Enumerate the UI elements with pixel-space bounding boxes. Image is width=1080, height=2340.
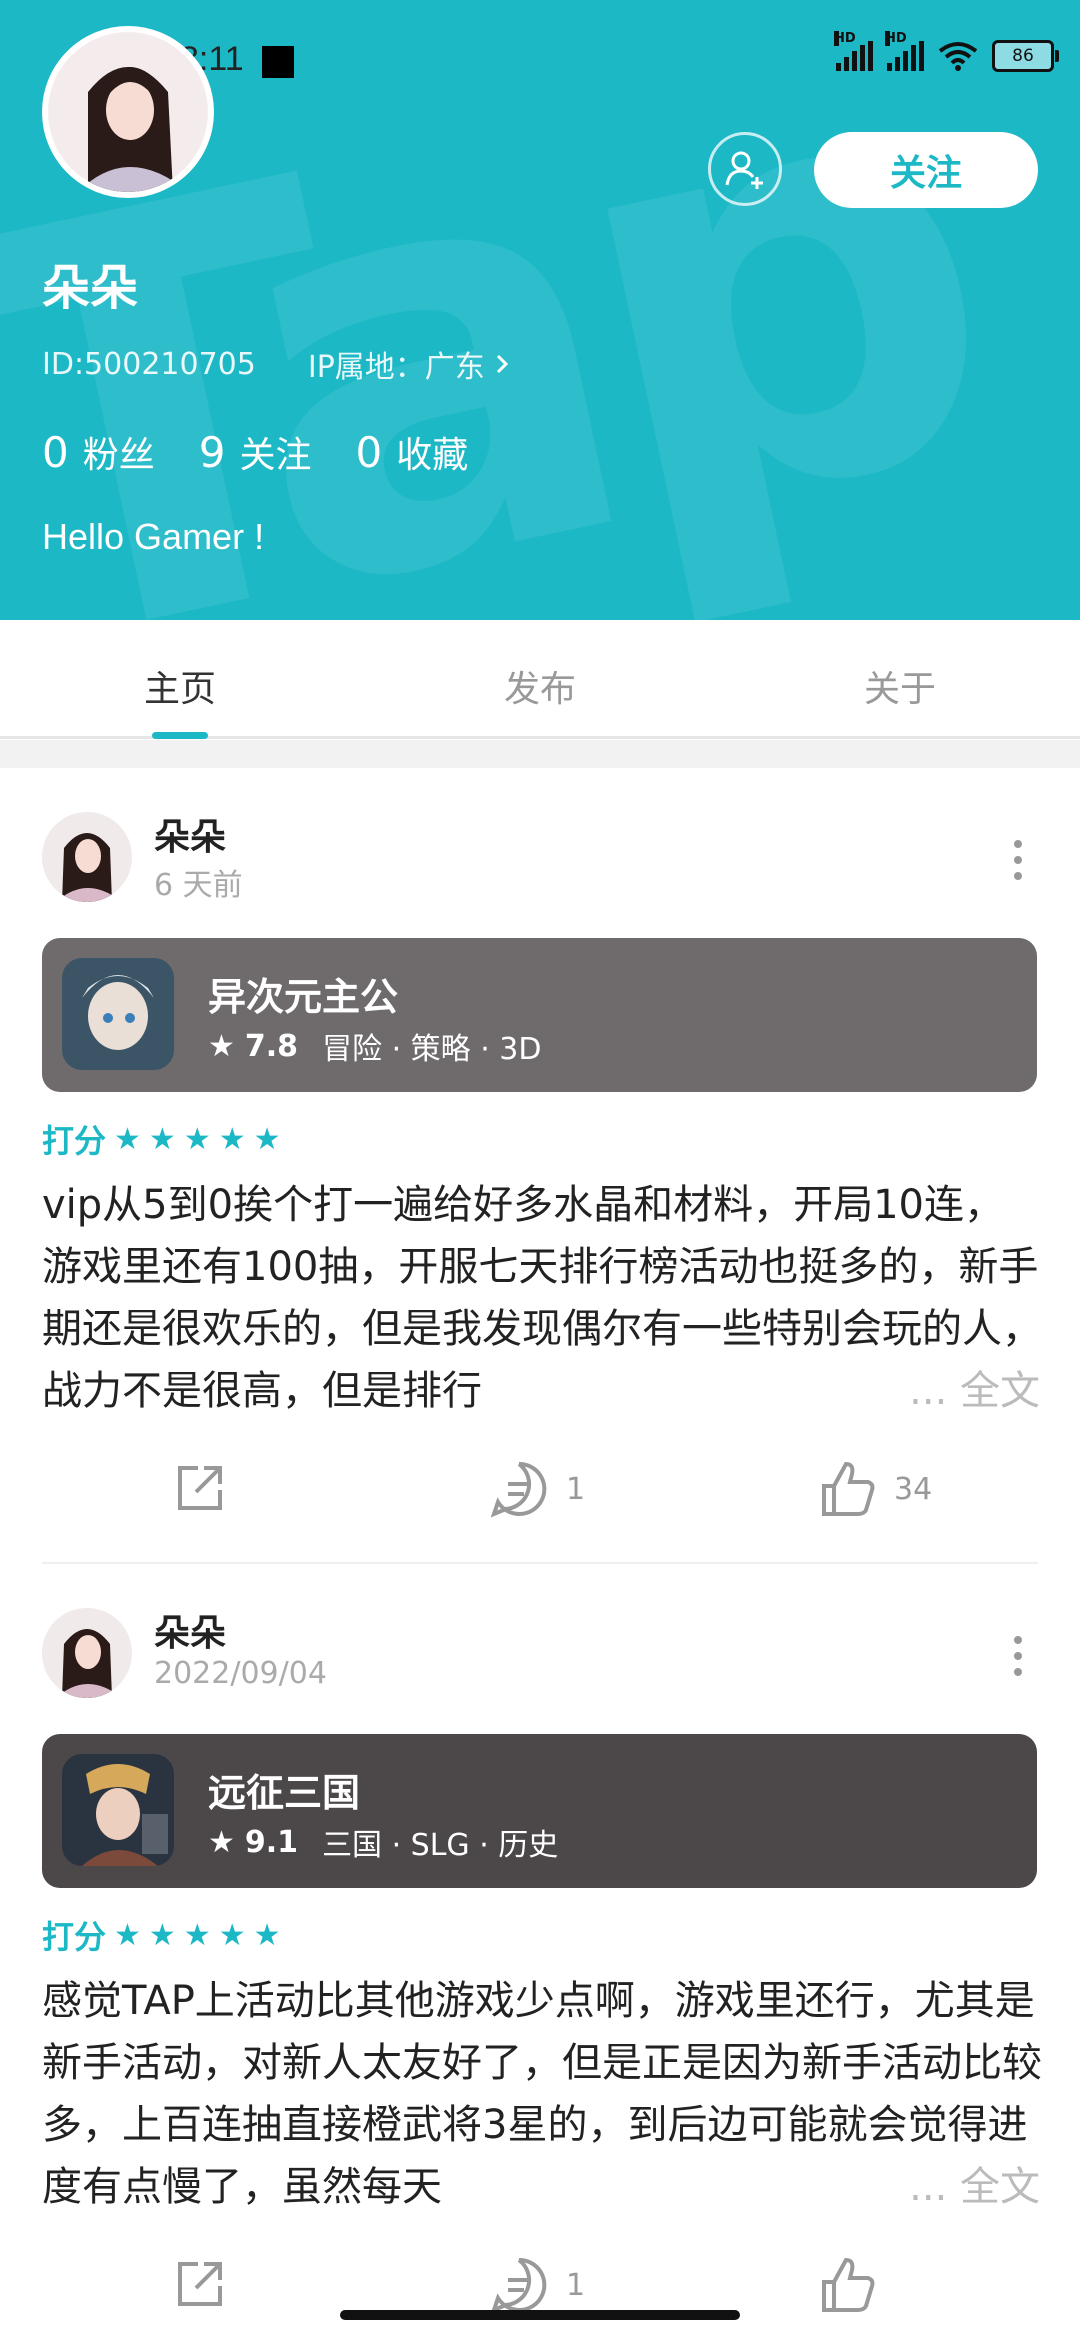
share-icon [178, 1466, 222, 1510]
game-meta: ★ 9.1 三国 · SLG · 历史 [208, 1820, 558, 1864]
ip-location[interactable]: IP属地：广东 [308, 342, 509, 386]
post-author-name[interactable]: 朵朵 [154, 1604, 226, 1656]
notification-icon [262, 46, 294, 78]
like-button[interactable] [818, 2256, 894, 2314]
rating-row: 打分 ★ ★ ★ ★ ★ [42, 1912, 281, 1958]
ip-location-label: IP属地：广东 [307, 350, 485, 385]
stat-fans-count: 0 [42, 428, 69, 477]
tab-home[interactable]: 主页 [80, 660, 280, 712]
post-author-avatar[interactable] [42, 812, 132, 902]
add-user-icon [725, 151, 763, 189]
star-icon: ★ [218, 1121, 246, 1157]
stat-favorites-count: 0 [355, 428, 383, 477]
signal-icon-2: HD [885, 31, 924, 71]
rating-row: 打分 ★ ★ ★ ★ ★ [42, 1116, 281, 1162]
profile-avatar[interactable] [42, 26, 214, 198]
profile-tabs: 主页 发布 关于 [0, 620, 1080, 739]
like-count: 34 [894, 1471, 933, 1507]
stat-following-count: 9 [198, 428, 226, 477]
profile-bio: Hello Gamer ! [42, 516, 265, 557]
star-icon: ★ [114, 1917, 141, 1953]
share-button[interactable] [172, 2256, 228, 2312]
game-score: 9.1 [244, 1824, 299, 1860]
comment-icon [490, 1461, 547, 1518]
battery-level: 86 [1012, 46, 1034, 66]
battery-icon: 86 [992, 40, 1059, 72]
star-icon: ★ [148, 1917, 176, 1953]
post-card: 朵朵 2022/09/04 远征三国 ★ 9.1 三国 · SLG · 历史 打… [0, 1564, 1080, 2340]
stat-following[interactable]: 9 关注 [199, 426, 312, 478]
like-button[interactable]: 34 [818, 1460, 932, 1518]
stat-fans-label: 粉丝 [82, 435, 155, 476]
share-button[interactable] [172, 1460, 228, 1516]
chevron-right-icon [496, 354, 508, 374]
add-friend-button[interactable] [708, 132, 782, 206]
comment-button[interactable]: 1 [490, 1460, 585, 1518]
thumbs-up-icon [822, 1461, 875, 1516]
star-icon: ★ [218, 1917, 246, 1953]
stat-favorites[interactable]: 0 收藏 [356, 426, 469, 478]
game-score: 7.8 [244, 1028, 299, 1064]
post-author-name[interactable]: 朵朵 [154, 808, 226, 860]
tab-active-indicator [152, 732, 208, 739]
game-tags: 冒险 · 策略 · 3D [322, 1032, 542, 1067]
star-icon: ★ [253, 1917, 281, 1953]
post-time: 2022/09/04 [154, 1656, 327, 1691]
thumbs-up-icon [822, 2257, 875, 2312]
game-name: 远征三国 [208, 1771, 361, 1815]
tab-posts[interactable]: 发布 [440, 660, 640, 712]
profile-stats: 0 粉丝 9 关注 0 收藏 [42, 426, 468, 478]
post-actions: 1 34 [0, 1460, 1080, 1520]
profile-header: Tap 8:11 HD HD 86 关注 朵朵 ID:500210705 IP属… [0, 0, 1080, 620]
post-more-menu[interactable] [1014, 1636, 1024, 1684]
stat-fans[interactable]: 0 粉丝 [42, 426, 155, 478]
section-gap [0, 740, 1080, 768]
game-name: 异次元主公 [208, 975, 399, 1019]
star-icon: ★ [208, 1824, 235, 1860]
game-icon [62, 1754, 174, 1866]
comment-button[interactable]: 1 [490, 2256, 585, 2314]
tab-about[interactable]: 关于 [800, 660, 1000, 712]
read-more[interactable]: ... 全文 [903, 2156, 1040, 2218]
rating-label: 打分 [42, 1918, 107, 1956]
rating-label: 打分 [42, 1122, 107, 1160]
read-more[interactable]: ... 全文 [903, 1360, 1040, 1422]
post-actions: 1 [0, 2256, 1080, 2316]
star-icon: ★ [208, 1028, 235, 1064]
star-icon: ★ [148, 1121, 176, 1157]
game-meta: ★ 7.8 冒险 · 策略 · 3D [208, 1024, 541, 1068]
comment-count: 1 [566, 1471, 586, 1507]
comment-count: 1 [566, 2267, 586, 2303]
post-body: vip从5到0挨个打一遍给好多水晶和材料，开局10连，游戏里还有100抽，开服七… [42, 1182, 1042, 1414]
share-icon [178, 2262, 222, 2306]
wifi-icon [938, 42, 978, 71]
home-indicator[interactable] [340, 2310, 740, 2320]
post-text[interactable]: vip从5到0挨个打一遍给好多水晶和材料，开局10连，游戏里还有100抽，开服七… [42, 1174, 1042, 1422]
game-card[interactable]: 异次元主公 ★ 7.8 冒险 · 策略 · 3D [42, 938, 1037, 1092]
star-icon: ★ [183, 1917, 211, 1953]
star-icon: ★ [183, 1121, 211, 1157]
comment-icon [490, 2257, 547, 2314]
stat-favorites-label: 收藏 [396, 435, 469, 476]
profile-id: ID:500210705 [42, 346, 256, 382]
post-more-menu[interactable] [1014, 840, 1024, 888]
game-tags: 三国 · SLG · 历史 [322, 1828, 559, 1863]
profile-username: 朵朵 [42, 260, 139, 316]
post-card: 朵朵 6 天前 异次元主公 ★ 7.8 冒险 · 策略 · 3D 打分 ★ ★ ★ ★… [0, 768, 1080, 1568]
profile-meta: ID:500210705 IP属地：广东 [42, 342, 509, 386]
follow-button[interactable]: 关注 [814, 132, 1038, 208]
post-time: 6 天前 [154, 868, 243, 903]
star-icon: ★ [114, 1121, 141, 1157]
post-author-avatar[interactable] [42, 1608, 132, 1698]
post-body: 感觉TAP上活动比其他游戏少点啊，游戏里还行，尤其是新手活动，对新人太友好了，但… [42, 1978, 1042, 2210]
star-icon: ★ [253, 1121, 281, 1157]
game-icon [62, 958, 174, 1070]
post-text[interactable]: 感觉TAP上活动比其他游戏少点啊，游戏里还行，尤其是新手活动，对新人太友好了，但… [42, 1970, 1042, 2218]
game-card[interactable]: 远征三国 ★ 9.1 三国 · SLG · 历史 [42, 1734, 1037, 1888]
stat-following-label: 关注 [239, 435, 312, 476]
signal-icon: HD [834, 31, 873, 71]
